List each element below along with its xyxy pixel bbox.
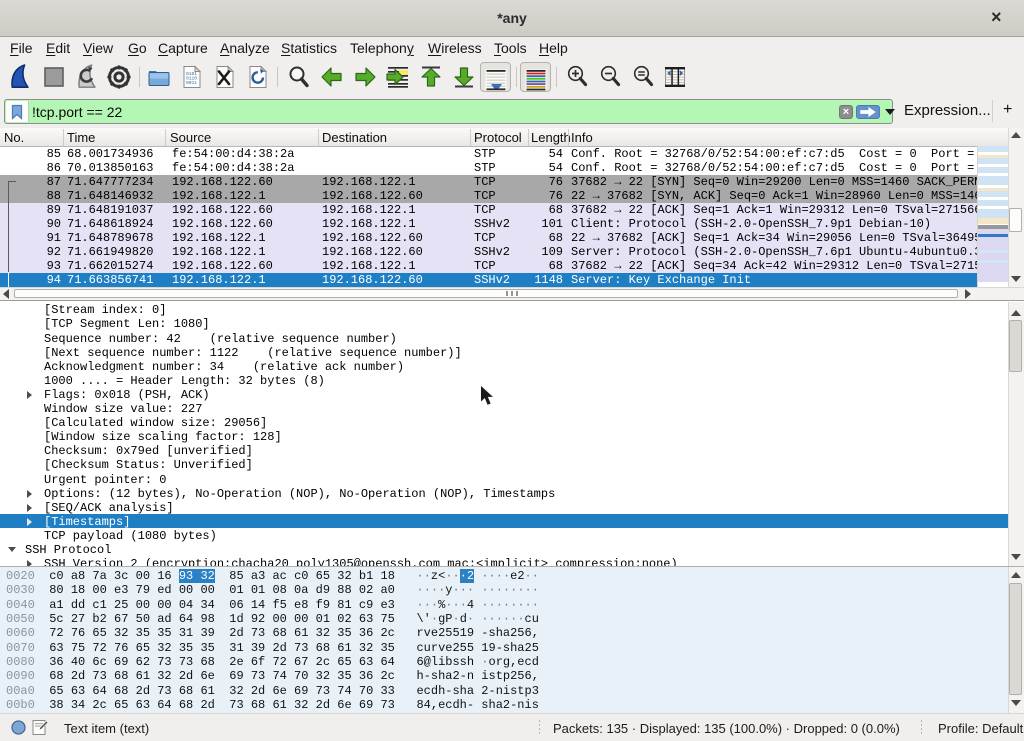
svg-text:0011: 0011: [186, 80, 197, 86]
